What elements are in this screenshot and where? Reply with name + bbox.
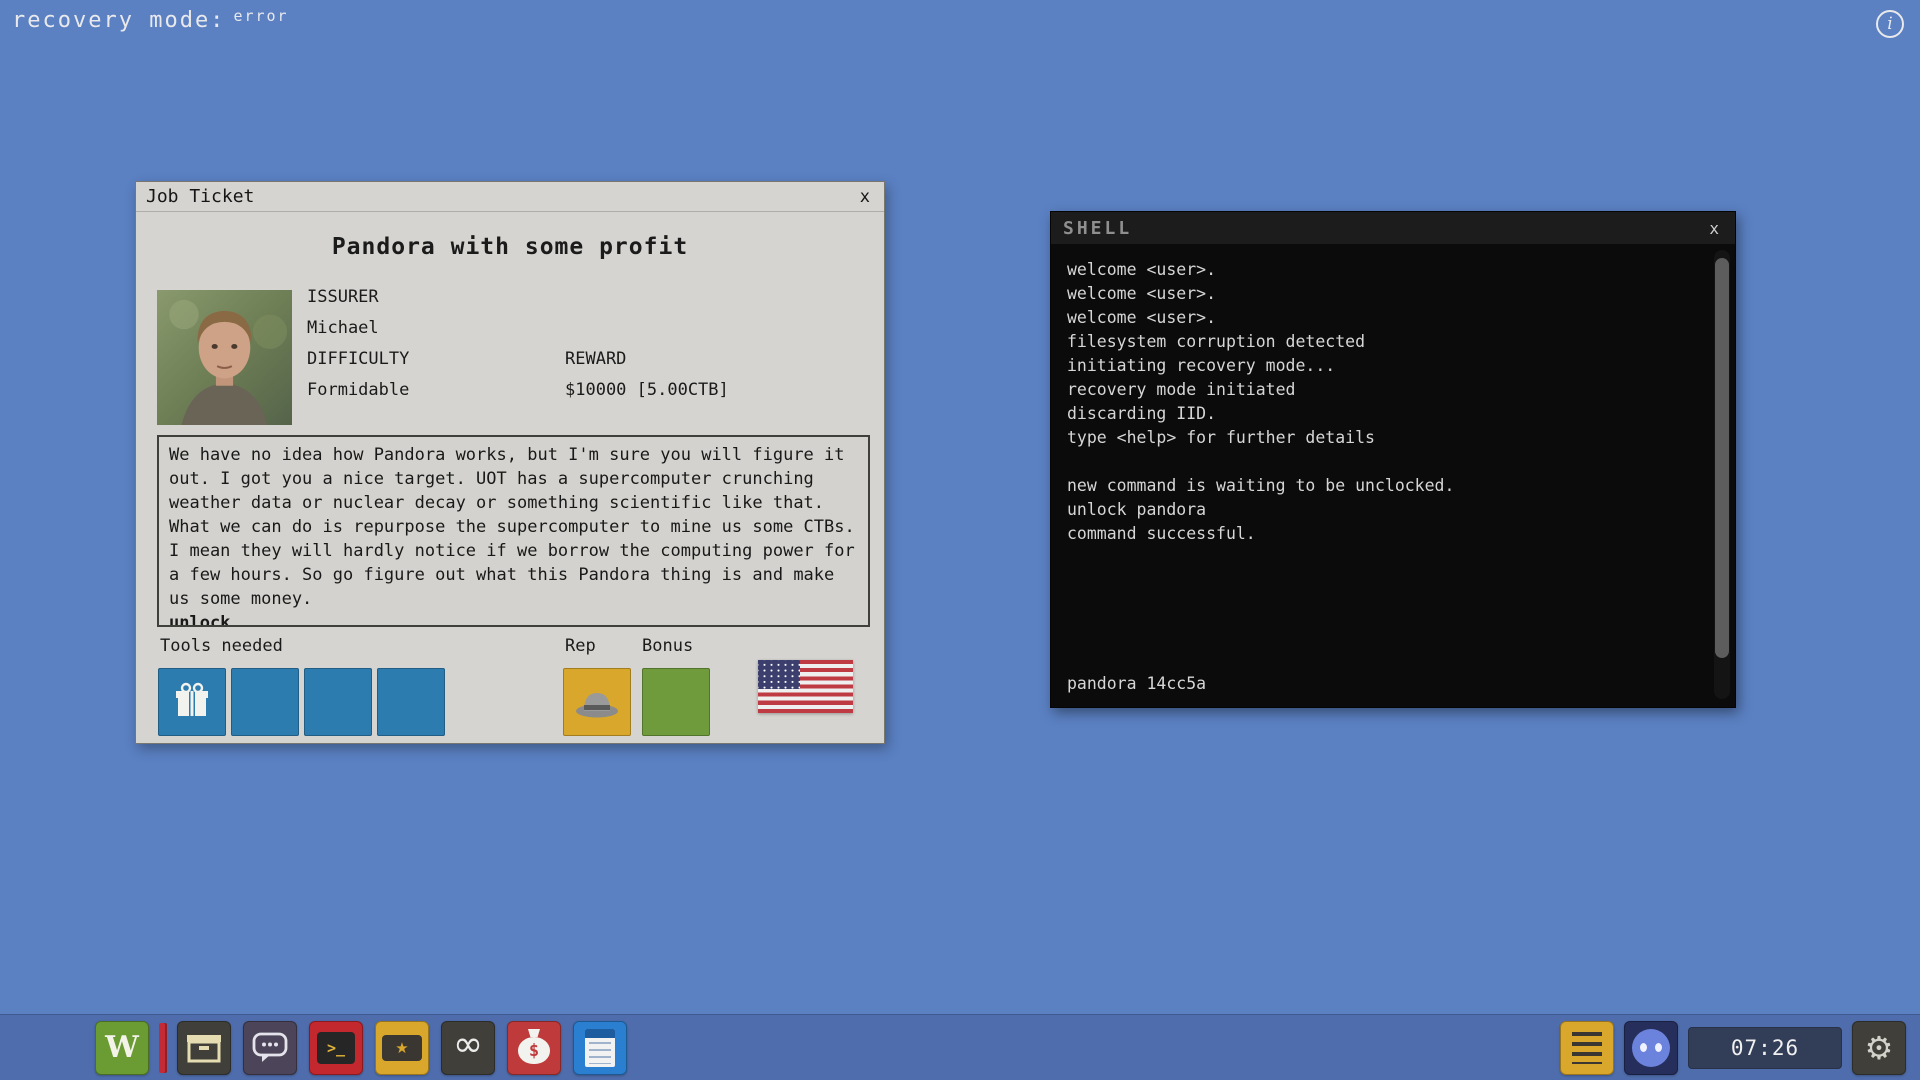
- shell-output: welcome <user>.welcome <user>.welcome <u…: [1051, 244, 1735, 707]
- shell-titlebar[interactable]: SHELL x: [1051, 212, 1735, 244]
- terminal-app-icon[interactable]: >_: [309, 1021, 363, 1075]
- missions-app-icon[interactable]: ★: [375, 1021, 429, 1075]
- difficulty-label: DIFFICULTY: [307, 349, 409, 369]
- taskbar: W >_ ★ ∞ $: [0, 1014, 1920, 1080]
- scrollbar-thumb[interactable]: [1715, 258, 1729, 658]
- infinity-icon: ∞: [453, 1027, 483, 1063]
- close-icon[interactable]: x: [1705, 219, 1723, 238]
- job-ticket-titlebar[interactable]: Job Ticket x: [136, 182, 884, 212]
- discord-icon[interactable]: [1624, 1021, 1678, 1075]
- issuer-portrait: [157, 290, 292, 425]
- taskbar-separator: [159, 1023, 167, 1073]
- shell-line: command successful.: [1067, 522, 1705, 546]
- gear-icon: ⚙: [1865, 1032, 1894, 1064]
- rep-label: Rep: [565, 636, 596, 656]
- job-ticket-title: Job Ticket: [146, 186, 254, 207]
- hat-icon: [574, 685, 620, 719]
- difficulty-value: Formidable: [307, 380, 409, 400]
- clock-display: 07:26: [1688, 1027, 1842, 1069]
- tool-slot-gift[interactable]: [158, 668, 226, 736]
- info-icon[interactable]: i: [1876, 10, 1904, 38]
- chat-bubble-icon: [252, 1031, 288, 1065]
- flag-canton: [758, 660, 800, 689]
- reward-label: REWARD: [565, 349, 626, 369]
- settings-button[interactable]: ⚙: [1852, 1021, 1906, 1075]
- shell-line: filesystem corruption detected: [1067, 330, 1705, 354]
- job-description: We have no idea how Pandora works, but I…: [157, 435, 870, 627]
- tool-slot-2[interactable]: [231, 668, 299, 736]
- job-title: Pandora with some profit: [136, 234, 884, 260]
- shell-line: type <help> for further details: [1067, 426, 1705, 450]
- terminal-screen-icon: >_: [317, 1032, 355, 1064]
- notepad-icon: [585, 1029, 615, 1067]
- shell-line: new command is waiting to be unclocked.: [1067, 474, 1705, 498]
- bonus-badge: [642, 668, 710, 736]
- issuer-name: Michael: [307, 318, 379, 338]
- reward-value: $10000 [5.00CTB]: [565, 380, 729, 400]
- taskbar-right-icons: 07:26 ⚙: [1560, 1021, 1906, 1075]
- network-app-icon[interactable]: ∞: [441, 1021, 495, 1075]
- recovery-mode-state: error: [233, 7, 288, 25]
- gift-icon: [172, 682, 212, 722]
- tool-slot-4[interactable]: [377, 668, 445, 736]
- shell-line: initiating recovery mode...: [1067, 354, 1705, 378]
- desktop: { "status_bar": { "mode_label": "recover…: [0, 0, 1920, 1080]
- recovery-mode-label: recovery mode:: [12, 8, 225, 33]
- status-bar: recovery mode: error: [12, 8, 289, 33]
- wiki-app-icon[interactable]: W: [95, 1021, 149, 1075]
- tool-slot-3[interactable]: [304, 668, 372, 736]
- shell-line: welcome <user>.: [1067, 258, 1705, 282]
- taskbar-left-icons: W >_ ★ ∞ $: [95, 1021, 627, 1075]
- shell-line: welcome <user>.: [1067, 282, 1705, 306]
- log-app-icon[interactable]: [1560, 1021, 1614, 1075]
- job-description-text: We have no idea how Pandora works, but I…: [169, 445, 855, 609]
- close-icon[interactable]: x: [856, 187, 874, 207]
- list-lines-icon: [1572, 1032, 1602, 1064]
- shell-line: unlock pandora: [1067, 498, 1705, 522]
- inventory-app-icon[interactable]: [177, 1021, 231, 1075]
- issuer-label: ISSURER: [307, 287, 379, 307]
- tools-needed-label: Tools needed: [160, 636, 283, 656]
- notes-app-icon[interactable]: [573, 1021, 627, 1075]
- job-ticket-window: Job Ticket x Pandora with some profit IS…: [135, 181, 885, 744]
- shell-line: [1067, 450, 1705, 474]
- shell-scrollbar[interactable]: [1714, 250, 1730, 699]
- shell-prompt: pandora 14cc5a: [1067, 674, 1206, 693]
- chat-app-icon[interactable]: [243, 1021, 297, 1075]
- rep-badge: [563, 668, 631, 736]
- shell-line: discarding IID.: [1067, 402, 1705, 426]
- usa-flag-icon: [758, 660, 853, 713]
- discord-face-icon: [1632, 1029, 1670, 1067]
- ticket-star-icon: ★: [382, 1035, 422, 1061]
- wallet-app-icon[interactable]: $: [507, 1021, 561, 1075]
- job-description-action: unlock: [169, 611, 858, 627]
- bonus-label: Bonus: [642, 636, 693, 656]
- portrait-image: [157, 290, 292, 425]
- shell-line: recovery mode initiated: [1067, 378, 1705, 402]
- shell-window: SHELL x welcome <user>.welcome <user>.we…: [1050, 211, 1736, 708]
- crate-icon: [186, 1032, 222, 1064]
- shell-line: welcome <user>.: [1067, 306, 1705, 330]
- shell-title: SHELL: [1063, 218, 1132, 239]
- money-bag-icon: $: [518, 1037, 550, 1064]
